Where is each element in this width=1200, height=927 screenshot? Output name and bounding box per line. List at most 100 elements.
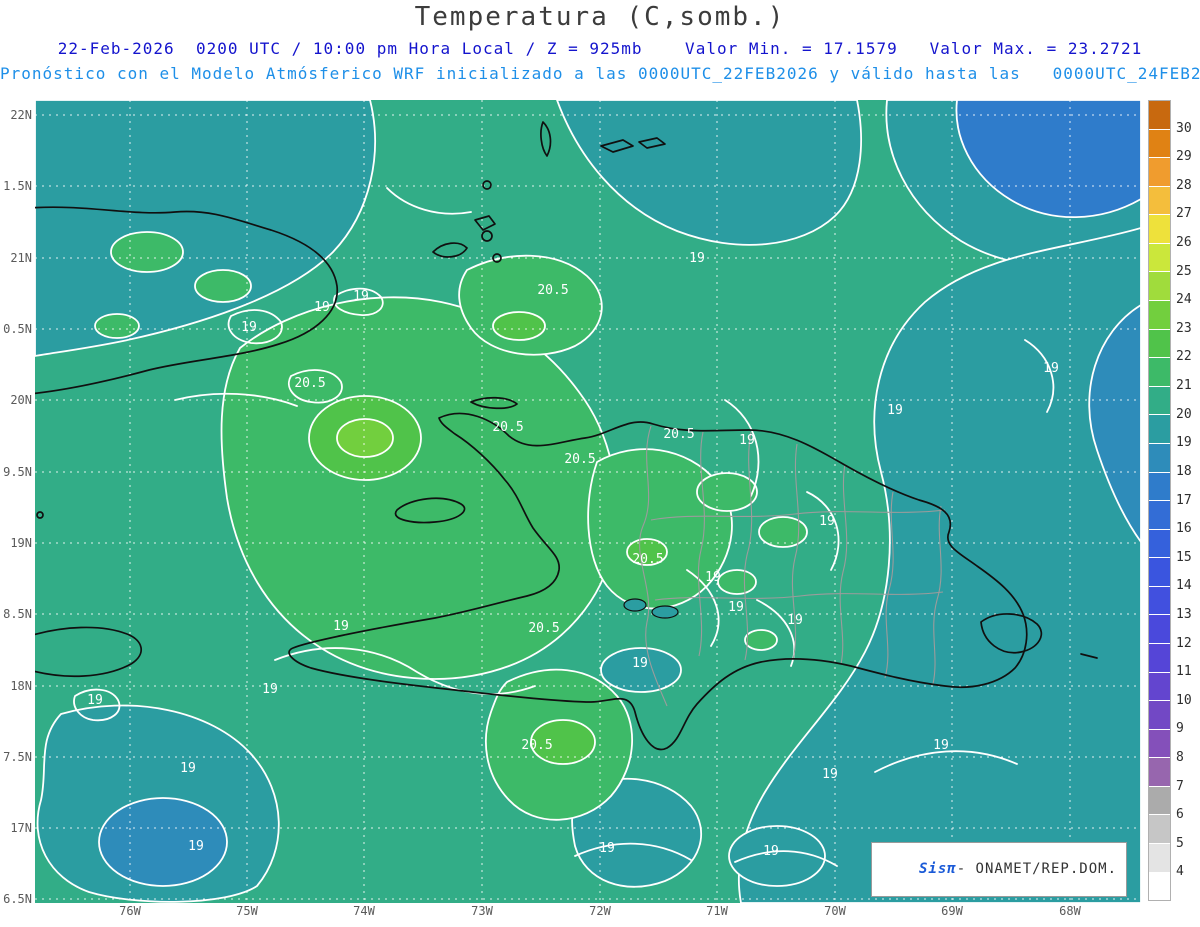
branding-box: Sisπ- ONAMET/REP.DOM. [871, 842, 1127, 897]
contour-label: 20.5 [632, 552, 663, 567]
colorbar-segment [1149, 128, 1170, 158]
contour-label: 19 [599, 841, 615, 856]
colorbar-tick-label: 27 [1176, 206, 1192, 222]
contour-label: 19 [787, 613, 803, 628]
colorbar-segment [1149, 214, 1170, 243]
colorbar-tick-label: 7 [1176, 778, 1184, 794]
colorbar-tick-label: 20 [1176, 406, 1192, 422]
colorbar-tick-label: 16 [1176, 521, 1192, 537]
colorbar-segment [1149, 357, 1170, 386]
colorbar-tick-label: 8 [1176, 749, 1184, 765]
colorbar-segment [1149, 271, 1170, 301]
lat-tick-label: 8.5N [3, 607, 32, 621]
colorbar-segment [1149, 557, 1170, 586]
colorbar-segment [1149, 242, 1170, 272]
map-area: 19 19 19 19 19 19 19 19 19 19 19 19 19 19 19 19 19 19 19 19… [35, 100, 1141, 903]
colorbar-segment [1149, 871, 1170, 901]
contour-label: 19 [763, 844, 779, 859]
colorbar-segment [1149, 385, 1170, 415]
temperature-colorbar [1148, 100, 1171, 901]
colorbar-segment [1149, 585, 1170, 615]
contour-label: 19 [705, 570, 721, 585]
lon-tick-label: 73W [471, 904, 493, 918]
colorbar-tick-label: 9 [1176, 721, 1184, 737]
colorbar-tick-label: 4 [1176, 864, 1184, 880]
lon-tick-label: 69W [941, 904, 963, 918]
lat-tick-label: 0.5N [3, 322, 32, 336]
colorbar-segment [1149, 814, 1170, 844]
contour-label: 20.5 [663, 427, 694, 442]
contour-label: 19 [819, 514, 835, 529]
colorbar-segment [1149, 500, 1170, 529]
contour-label: 20.5 [521, 738, 552, 753]
colorbar-segment [1149, 528, 1170, 558]
colorbar-tick-label: 15 [1176, 549, 1192, 565]
colorbar-segment [1149, 728, 1170, 758]
colorbar-segment [1149, 642, 1170, 672]
colorbar-tick-label: 25 [1176, 263, 1192, 279]
colorbar-tick-label: 14 [1176, 578, 1192, 594]
contour-label: 20.5 [294, 376, 325, 391]
lat-tick-label: 9.5N [3, 465, 32, 479]
colorbar-tick-label: 22 [1176, 349, 1192, 365]
contour-label: 19 [333, 619, 349, 634]
lat-tick-label: 22N [10, 108, 32, 122]
colorbar-tick-label: 24 [1176, 292, 1192, 308]
contour-label: 20.5 [537, 283, 568, 298]
colorbar-segment [1149, 414, 1170, 443]
colorbar-segment [1149, 614, 1170, 643]
contour-label: 19 [241, 320, 257, 335]
lon-tick-label: 75W [236, 904, 258, 918]
forecast-time-line: 22-Feb-2026 0200 UTC / 10:00 pm Hora Loc… [57, 39, 1143, 58]
contour-label: 19 [188, 839, 204, 854]
colorbar-tick-label: 6 [1176, 807, 1184, 823]
lat-tick-label: 7.5N [3, 750, 32, 764]
lat-tick-label: 6.5N [3, 892, 32, 906]
contour-label: 20.5 [528, 621, 559, 636]
lon-tick-label: 68W [1059, 904, 1081, 918]
lon-tick-label: 71W [706, 904, 728, 918]
colorbar-tick-label: 11 [1176, 664, 1192, 680]
lon-tick-label: 76W [119, 904, 141, 918]
colorbar-tick-label: 29 [1176, 149, 1192, 165]
temperature-contour-map: 19 19 19 19 19 19 19 19 19 19 19 19 19 19 19 19 19 19 19 19… [35, 100, 1141, 903]
lat-tick-label: 20N [10, 393, 32, 407]
colorbar-segment [1149, 185, 1170, 215]
contour-label: 19 [1043, 361, 1059, 376]
contour-label: 19 [180, 761, 196, 776]
contour-label: 19 [887, 403, 903, 418]
contour-label: 19 [689, 251, 705, 266]
lon-tick-label: 70W [824, 904, 846, 918]
contour-label: 19 [87, 693, 103, 708]
sispi-logo: Sisπ [918, 861, 957, 877]
colorbar-tick-label: 28 [1176, 177, 1192, 193]
lat-tick-label: 21N [10, 251, 32, 265]
colorbar-tick-label: 18 [1176, 463, 1192, 479]
colorbar-segment [1149, 785, 1170, 815]
contour-label: 19 [314, 300, 330, 315]
colorbar-segment [1149, 101, 1170, 129]
colorbar-tick-label: 17 [1176, 492, 1192, 508]
colorbar-segment [1149, 757, 1170, 786]
colorbar-segment [1149, 700, 1170, 729]
lat-tick-label: 17N [10, 821, 32, 835]
lon-tick-label: 74W [353, 904, 375, 918]
colorbar-segment [1149, 157, 1170, 186]
colorbar-tick-label: 30 [1176, 120, 1192, 136]
contour-label: 19 [739, 433, 755, 448]
colorbar-tick-label: 10 [1176, 692, 1192, 708]
colorbar-tick-label: 19 [1176, 435, 1192, 451]
colorbar-tick-label: 5 [1176, 835, 1184, 851]
colorbar-segment [1149, 843, 1170, 872]
contour-label: 19 [728, 600, 744, 615]
wrf-temperature-map-page: { "title": "Temperatura (C,somb.)", "sub… [0, 0, 1200, 927]
lat-tick-label: 18N [10, 679, 32, 693]
colorbar-tick-label: 12 [1176, 635, 1192, 651]
lat-tick-label: 1.5N [3, 179, 32, 193]
page-title: Temperatura (C,somb.) [414, 2, 786, 32]
colorbar-segment [1149, 328, 1170, 358]
lat-tick-label: 19N [10, 536, 32, 550]
colorbar-segment [1149, 300, 1170, 329]
model-info-line: Pronóstico con el Modelo Atmósferico WRF… [0, 64, 1200, 83]
contour-label: 19 [353, 289, 369, 304]
